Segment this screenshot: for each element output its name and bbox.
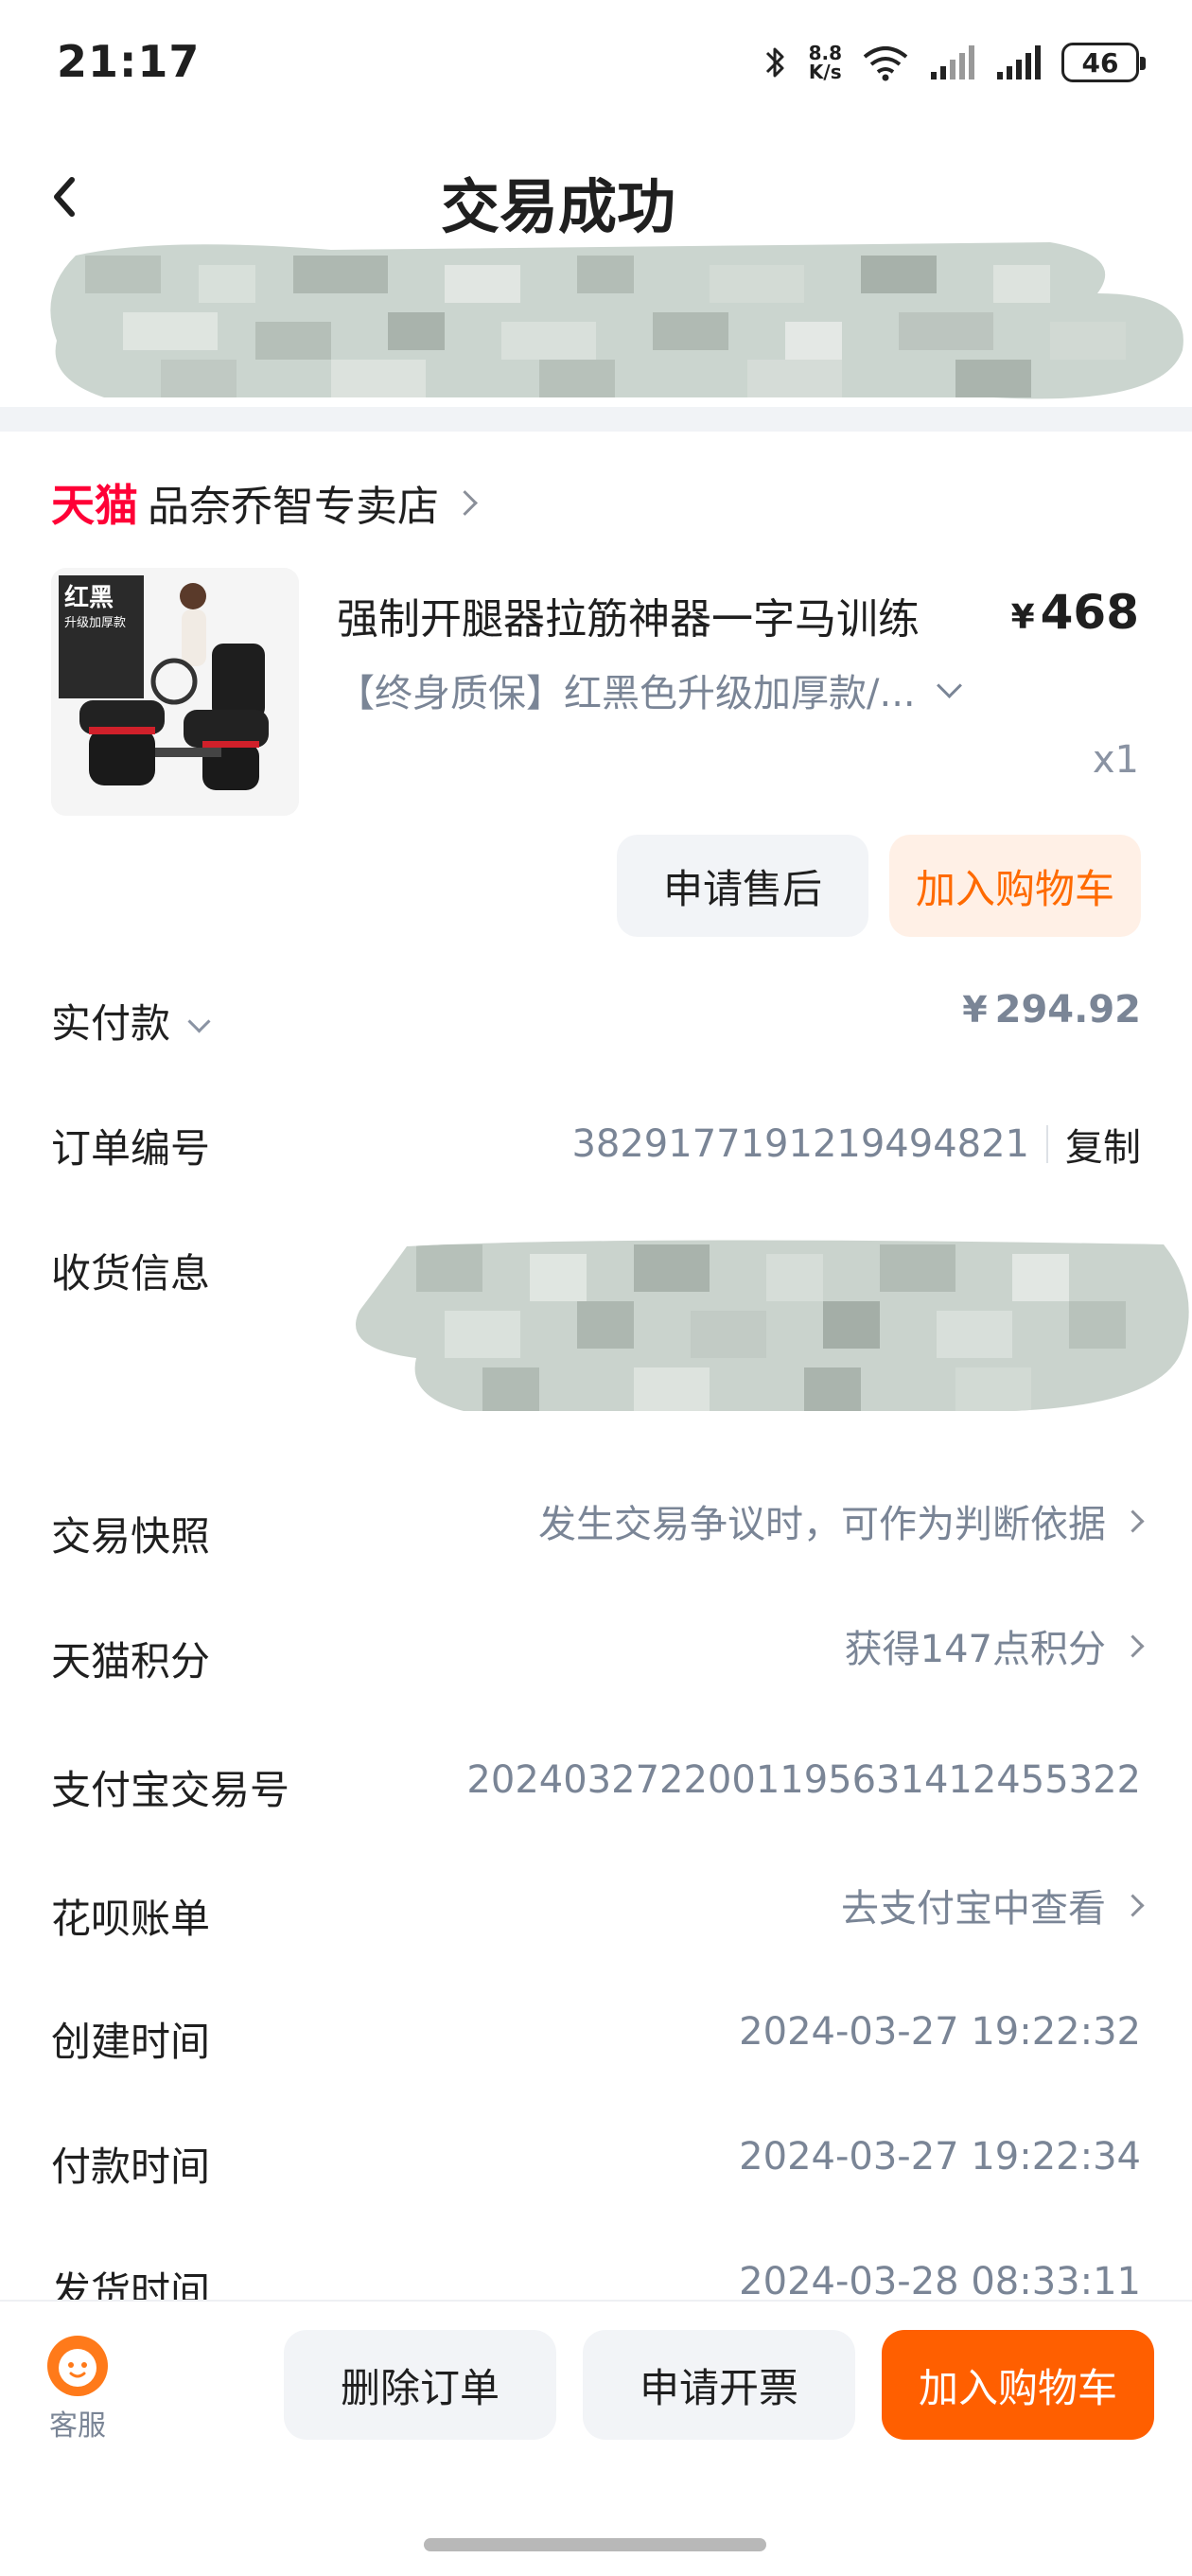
store-name: 品奈乔智专卖店 xyxy=(148,483,439,531)
chevron-right-icon xyxy=(1121,1633,1145,1658)
image-badge: 红黑 xyxy=(64,583,114,612)
chevron-right-icon xyxy=(1121,1893,1145,1917)
paid-amount-row[interactable]: 实付款 ¥294.92 xyxy=(51,988,1141,1067)
created-time-label: 创建时间 xyxy=(51,2019,211,2065)
divider xyxy=(1046,1125,1048,1163)
home-indicator[interactable] xyxy=(424,2538,766,2551)
chevron-right-icon xyxy=(1121,1509,1145,1533)
paid-time-row: 付款时间 2024-03-27 19:22:34 xyxy=(51,2135,1141,2211)
request-invoice-button[interactable]: 申请开票 xyxy=(583,2330,855,2440)
tmall-points-label: 天猫积分 xyxy=(51,1638,211,1685)
add-to-cart-button[interactable]: 加入购物车 xyxy=(882,2330,1154,2440)
bluetooth-icon xyxy=(765,47,784,78)
status-icons: 8.8 K/s 46 xyxy=(760,42,1146,83)
add-to-cart-button-inline[interactable]: 加入购物车 xyxy=(889,835,1141,937)
snapshot-label: 交易快照 xyxy=(51,1513,211,1560)
redacted-receiver-block xyxy=(356,1240,1189,1412)
order-number-label: 订单编号 xyxy=(51,1125,211,1172)
chevron-right-icon xyxy=(452,489,478,516)
tmall-points-value: 获得147点积分 xyxy=(844,1628,1106,1671)
shipped-time: 2024-03-28 08:33:11 xyxy=(739,2260,1141,2303)
signal-icon xyxy=(997,45,1041,79)
product-price: ¥468 xyxy=(1010,585,1139,640)
order-number: 3829177191219494821 xyxy=(571,1122,1029,1166)
customer-service-label: 客服 xyxy=(49,2409,106,2443)
huabei-label: 花呗账单 xyxy=(51,1896,211,1942)
paid-time-label: 付款时间 xyxy=(51,2144,211,2190)
huabei-value: 去支付宝中查看 xyxy=(841,1887,1106,1931)
battery-icon: 46 xyxy=(1061,43,1146,82)
product-name[interactable]: 强制开腿器拉筋神器一字马训练 xyxy=(337,585,961,645)
paid-amount: ¥294.92 xyxy=(962,988,1141,1032)
created-time: 2024-03-27 19:22:32 xyxy=(739,2010,1141,2054)
tmall-points-row[interactable]: 天猫积分 获得147点积分 xyxy=(51,1622,1145,1698)
delete-order-button[interactable]: 删除订单 xyxy=(284,2330,556,2440)
wifi-icon xyxy=(863,46,908,81)
product-image[interactable]: 红黑 升级加厚款 xyxy=(51,568,299,816)
redacted-address-block xyxy=(50,242,1183,399)
store-link[interactable]: 天猫 品奈乔智专卖店 xyxy=(51,471,478,534)
huabei-row[interactable]: 花呗账单 去支付宝中查看 xyxy=(51,1883,1145,1959)
chevron-down-icon xyxy=(187,1010,211,1033)
customer-service-icon xyxy=(47,2336,108,2396)
product-quantity: x1 xyxy=(1092,738,1139,782)
bottom-action-bar: 客服 删除订单 申请开票 加入购物车 xyxy=(0,2300,1192,2576)
product-illustration: 红黑 升级加厚款 xyxy=(51,568,299,816)
status-bar: 21:17 8.8 K/s 46 xyxy=(0,0,1192,132)
after-sale-button[interactable]: 申请售后 xyxy=(617,835,868,937)
page-title: 交易成功 xyxy=(440,172,675,241)
status-time: 21:17 xyxy=(57,36,201,87)
snapshot-value: 发生交易争议时，可作为判断依据 xyxy=(538,1503,1106,1546)
image-subtitle: 升级加厚款 xyxy=(64,616,126,630)
snapshot-row[interactable]: 交易快照 发生交易争议时，可作为判断依据 xyxy=(51,1497,1145,1573)
chevron-down-icon xyxy=(936,672,962,698)
created-time-row: 创建时间 2024-03-27 19:22:32 xyxy=(51,2010,1141,2086)
alipay-trade-row: 支付宝交易号 2024032722001195631412455322 xyxy=(51,1758,1141,1834)
copy-button[interactable]: 复制 xyxy=(1065,1117,1141,1172)
paid-time: 2024-03-27 19:22:34 xyxy=(739,2135,1141,2179)
signal-icon xyxy=(931,45,974,79)
product-sku[interactable]: 【终身质保】红黑色升级加厚款/... xyxy=(337,662,962,717)
alipay-trade-number: 2024032722001195631412455322 xyxy=(466,1758,1141,1802)
alipay-trade-label: 支付宝交易号 xyxy=(51,1767,290,1813)
order-number-row: 订单编号 3829177191219494821 复制 xyxy=(51,1117,1141,1192)
network-speed: 8.8 K/s xyxy=(808,42,842,83)
paid-amount-label: 实付款 xyxy=(51,1000,171,1047)
receiver-info-label: 收货信息 xyxy=(51,1250,211,1297)
customer-service-button[interactable]: 客服 xyxy=(44,2336,112,2444)
tmall-logo: 天猫 xyxy=(51,480,138,531)
section-divider xyxy=(0,407,1192,432)
